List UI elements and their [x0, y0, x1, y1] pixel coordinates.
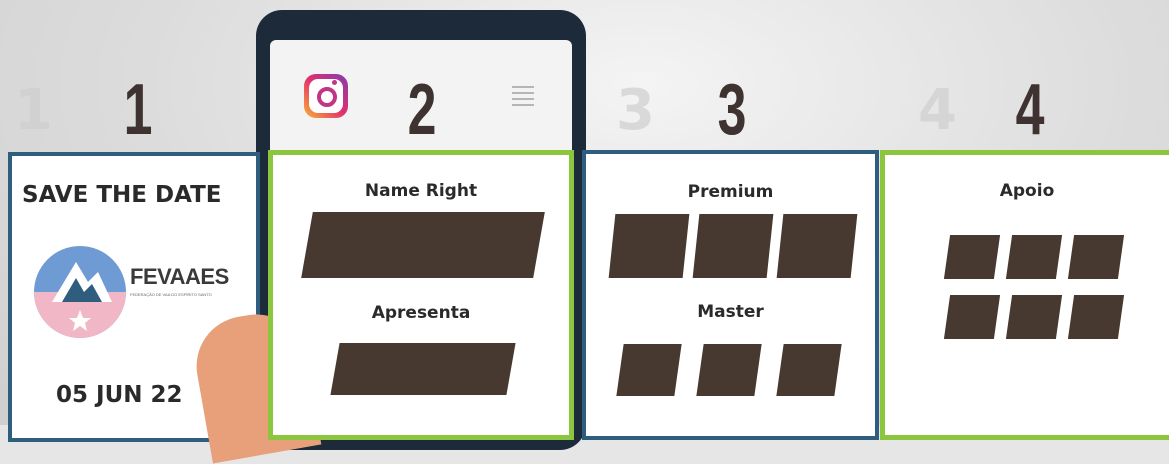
instagram-icon: [304, 74, 348, 118]
logo-slot-apoio: [943, 235, 1001, 279]
logo-slot-name-right: [301, 212, 545, 278]
step-number-4: 4: [1015, 70, 1045, 150]
sponsor-card-name-right: Name Right Apresenta: [268, 150, 574, 440]
ghost-number: 1: [14, 78, 53, 143]
logo-slot-premium: [608, 214, 690, 278]
logo-slot-master: [776, 344, 842, 396]
logo-slot-apoio: [1005, 295, 1063, 339]
label-apresenta: Apresenta: [371, 303, 471, 323]
logo-slot-apoio: [1005, 235, 1063, 279]
sponsor-card-premium: Premium Master: [582, 150, 879, 440]
logo-slot-premium: [776, 214, 858, 278]
fevaaes-logo-icon: [34, 246, 126, 338]
instagram-icon-dot: [332, 80, 337, 85]
step-number-2: 2: [407, 70, 437, 150]
hamburger-menu-icon: [512, 86, 534, 110]
label-master: Master: [697, 302, 764, 322]
label-name-right: Name Right: [364, 181, 478, 201]
logo-slot-apoio: [1067, 235, 1125, 279]
event-date: 05 JUN 22: [56, 382, 183, 408]
logo-slot-apoio: [1067, 295, 1125, 339]
label-premium: Premium: [687, 182, 774, 202]
fevaaes-logo-name: FEVAAES: [130, 264, 229, 289]
sponsor-card-apoio: Apoio: [880, 150, 1169, 440]
save-the-date-title: SAVE THE DATE: [22, 182, 222, 208]
logo-slot-apresenta: [330, 343, 516, 395]
ghost-number: 3: [616, 78, 655, 143]
step-number-1: 1: [123, 70, 153, 150]
logo-slot-master: [696, 344, 762, 396]
ghost-number: 4: [918, 78, 957, 143]
logo-slot-master: [616, 344, 682, 396]
logo-slot-premium: [692, 214, 774, 278]
logo-slot-apoio: [943, 295, 1001, 339]
step-number-3: 3: [717, 70, 747, 150]
label-apoio: Apoio: [999, 181, 1055, 201]
fevaaes-logo-subtitle: FEDERAÇÃO DE VAA DO ESPÍRITO SANTO: [130, 292, 212, 297]
